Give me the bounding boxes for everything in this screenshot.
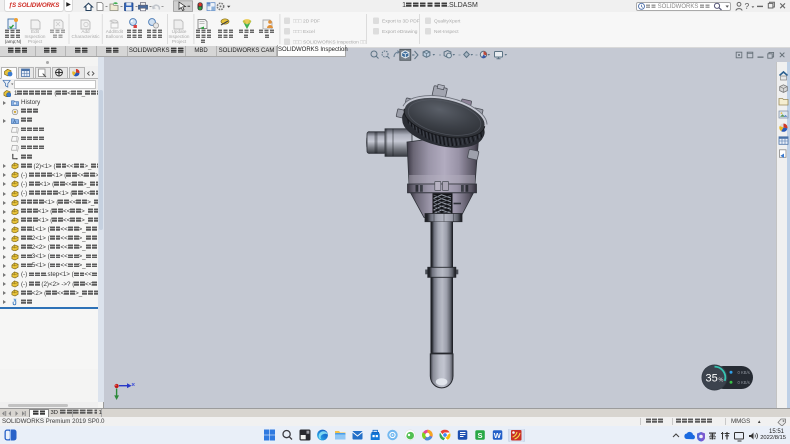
svg-text:□□□ Excel: □□□ Excel (293, 29, 315, 35)
svg-text:0 KB/s: 0 KB/s (738, 370, 750, 375)
svg-text:?: ? (745, 1, 750, 11)
svg-text:□□□ 2D PDF: □□□ 2D PDF (293, 19, 320, 25)
svg-text:S: S (478, 431, 483, 440)
svg-text:Export to 3D PDF: Export to 3D PDF (382, 19, 420, 25)
svg-text:35: 35 (706, 373, 718, 385)
svg-text:W: W (494, 431, 502, 440)
svg-text:%: % (719, 378, 724, 384)
svg-text:QualityXpert: QualityXpert (434, 19, 461, 25)
svg-text:0 KB/s: 0 KB/s (738, 380, 750, 385)
svg-text:Export eDrawing: Export eDrawing (382, 29, 418, 35)
svg-text:Net-Inspect: Net-Inspect (434, 29, 459, 35)
